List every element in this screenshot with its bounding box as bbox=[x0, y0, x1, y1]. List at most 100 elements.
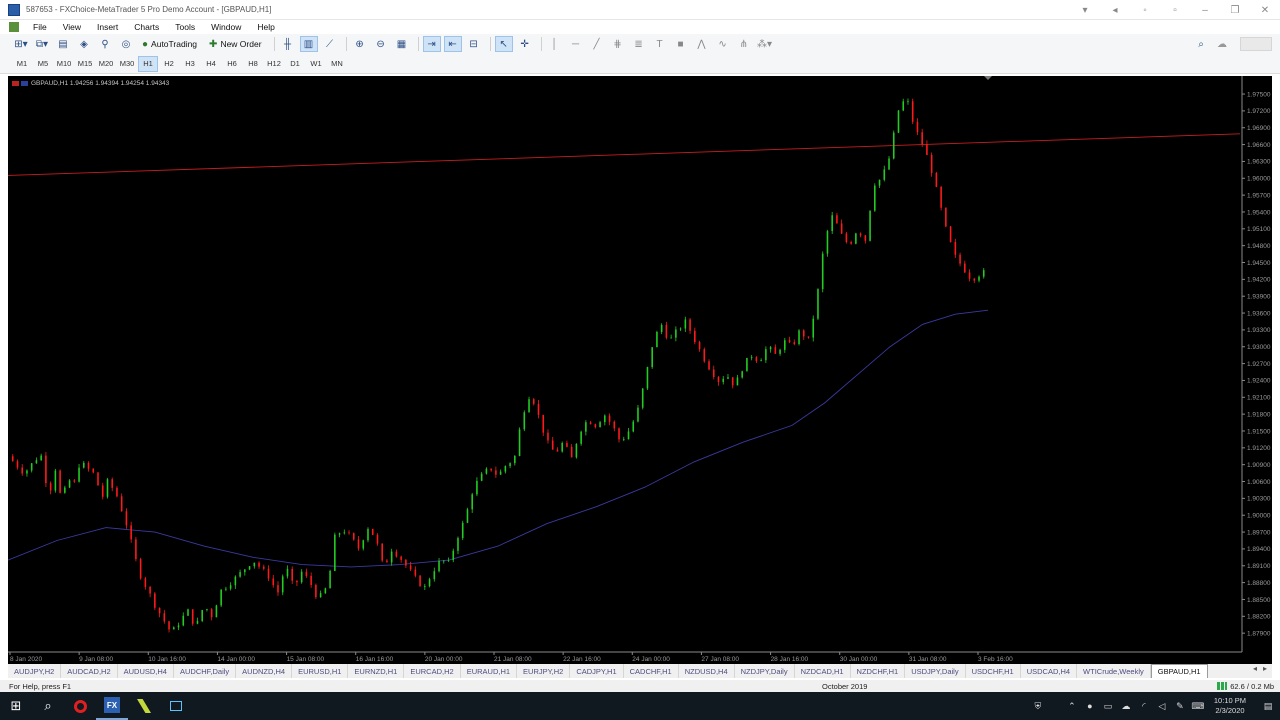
chart-tab[interactable]: EURJPY,H2 bbox=[517, 664, 571, 678]
timeframe-m20[interactable]: M20 bbox=[96, 56, 116, 72]
data-window-icon[interactable]: ⚲ bbox=[96, 36, 114, 52]
chart-tab[interactable]: EURCAD,H2 bbox=[404, 664, 461, 678]
timeframe-m10[interactable]: M10 bbox=[54, 56, 74, 72]
menu-help[interactable]: Help bbox=[249, 22, 282, 32]
timeframe-m30[interactable]: M30 bbox=[117, 56, 137, 72]
chart-tab[interactable]: USDJPY,Daily bbox=[905, 664, 966, 678]
tray-app-icon[interactable]: ● bbox=[1082, 701, 1098, 711]
trendline-icon[interactable]: ╱ bbox=[588, 36, 606, 52]
menu-charts[interactable]: Charts bbox=[126, 22, 167, 32]
tab-right-icon[interactable]: ▸ bbox=[1260, 664, 1270, 673]
chart-shift-icon[interactable]: ⇤ bbox=[443, 36, 462, 52]
chart-tab[interactable]: EURAUD,H1 bbox=[461, 664, 518, 678]
candlestick-icon[interactable]: ▥ bbox=[299, 36, 318, 52]
timeframe-h8[interactable]: H8 bbox=[243, 56, 263, 72]
taskbar-search-icon[interactable]: ⌕ bbox=[32, 692, 64, 720]
chart-tab[interactable]: WTICrude,Weekly bbox=[1077, 664, 1151, 678]
fxchoice-icon[interactable]: FX bbox=[96, 692, 128, 720]
indicators-icon[interactable]: ⊟ bbox=[465, 36, 483, 52]
chart-tab[interactable]: AUDNZD,H4 bbox=[236, 664, 293, 678]
cursor-icon[interactable]: ↖ bbox=[494, 36, 513, 52]
tab-left-icon[interactable]: ◂ bbox=[1250, 664, 1260, 673]
timeframe-h12[interactable]: H12 bbox=[264, 56, 284, 72]
security-icon[interactable]: ⛨ bbox=[1030, 701, 1046, 712]
document-icon[interactable] bbox=[9, 22, 19, 32]
close-button[interactable]: ✕ bbox=[1250, 0, 1280, 20]
elliott-icon[interactable]: ⋀ bbox=[693, 36, 711, 52]
chart-tab[interactable]: GBPAUD,H1 bbox=[1150, 664, 1208, 678]
timeframe-h4[interactable]: H4 bbox=[201, 56, 221, 72]
navigator-icon[interactable]: ◈ bbox=[75, 36, 93, 52]
new-order-button[interactable]: ✚ New Order bbox=[205, 36, 265, 52]
keyboard-icon[interactable]: ⌨ bbox=[1190, 701, 1206, 712]
chart-tab[interactable]: CADCHF,H1 bbox=[624, 664, 679, 678]
new-chart-icon[interactable]: ⊞▾ bbox=[12, 36, 30, 52]
fibo-icon[interactable]: ≣ bbox=[630, 36, 648, 52]
timeframe-mn[interactable]: MN bbox=[327, 56, 347, 72]
timeframe-d1[interactable]: D1 bbox=[285, 56, 305, 72]
price-chart[interactable]: 1.97500 1.97200 1.96900 1.96600 1.96300 1.960… bbox=[8, 76, 1272, 664]
autotrading-button[interactable]: ● AutoTrading bbox=[138, 36, 201, 52]
search-input[interactable] bbox=[1240, 37, 1272, 51]
menu-file[interactable]: File bbox=[25, 22, 55, 32]
menu-view[interactable]: View bbox=[55, 22, 89, 32]
timeframe-h2[interactable]: H2 bbox=[159, 56, 179, 72]
tray-cloud-icon[interactable]: ☁ bbox=[1118, 701, 1134, 712]
tile-windows-icon[interactable]: ▦ bbox=[393, 36, 411, 52]
ninja-icon[interactable] bbox=[128, 692, 160, 720]
chart-tab[interactable]: AUDCHF,Daily bbox=[174, 664, 237, 678]
menu-tools[interactable]: Tools bbox=[167, 22, 203, 32]
crosshair-icon[interactable]: ✛ bbox=[516, 36, 534, 52]
timeframe-h3[interactable]: H3 bbox=[180, 56, 200, 72]
notifications-icon[interactable]: ▤ bbox=[1256, 701, 1280, 712]
chart-tab[interactable]: NZDUSD,H4 bbox=[679, 664, 735, 678]
text-icon[interactable]: T bbox=[651, 36, 669, 52]
profiles-icon[interactable]: ⧉▾ bbox=[33, 36, 51, 52]
menu-window[interactable]: Window bbox=[203, 22, 249, 32]
opera-icon[interactable] bbox=[64, 692, 96, 720]
chart-tab[interactable]: NZDJPY,Daily bbox=[735, 664, 795, 678]
rectangle-icon[interactable]: ■ bbox=[672, 36, 690, 52]
menu-insert[interactable]: Insert bbox=[89, 22, 126, 32]
chart-tab[interactable]: NZDCAD,H1 bbox=[795, 664, 851, 678]
maximize-button[interactable]: ❐ bbox=[1220, 0, 1250, 20]
timeframe-h1[interactable]: H1 bbox=[138, 55, 158, 72]
chart-tab[interactable]: AUDCAD,H2 bbox=[61, 664, 118, 678]
clock[interactable]: 10:10 PM 2/3/2020 bbox=[1214, 696, 1246, 716]
chat-icon[interactable]: ☁ bbox=[1213, 36, 1231, 52]
signal-icon[interactable]: ◎ bbox=[117, 36, 135, 52]
timeframe-m1[interactable]: M1 bbox=[12, 56, 32, 72]
chart-restore-icon[interactable]: ◂ bbox=[1100, 0, 1130, 20]
horizontal-line-icon[interactable]: ─ bbox=[567, 36, 585, 52]
app-window-icon[interactable] bbox=[160, 692, 192, 720]
status-traffic[interactable]: 62.6 / 0.2 Mb bbox=[1217, 682, 1274, 691]
chart-close-icon[interactable]: ◦ bbox=[1130, 0, 1160, 20]
timeframe-h6[interactable]: H6 bbox=[222, 56, 242, 72]
minimize-button[interactable]: – bbox=[1190, 0, 1220, 20]
chart-tab[interactable]: EURUSD,H1 bbox=[292, 664, 349, 678]
wifi-icon[interactable]: ◜ bbox=[1136, 701, 1152, 712]
tray-expand-icon[interactable]: ⌃ bbox=[1064, 701, 1080, 712]
vertical-line-icon[interactable]: │ bbox=[546, 36, 564, 52]
tray-usb-icon[interactable]: ▭ bbox=[1100, 701, 1116, 712]
shapes-icon[interactable]: ⁂▾ bbox=[756, 36, 774, 52]
chart-tab[interactable]: AUDJPY,H2 bbox=[8, 664, 62, 678]
pen-icon[interactable]: ✎ bbox=[1172, 701, 1188, 712]
timeframe-m15[interactable]: M15 bbox=[75, 56, 95, 72]
chart-tab[interactable]: USDCHF,H1 bbox=[966, 664, 1021, 678]
timeframe-m5[interactable]: M5 bbox=[33, 56, 53, 72]
chart-tab[interactable]: CADJPY,H1 bbox=[570, 664, 624, 678]
chart-canvas[interactable]: 1.97500 1.97200 1.96900 1.96600 1.96300 1.960… bbox=[8, 76, 1272, 664]
line-chart-icon[interactable]: ⟋ bbox=[321, 36, 339, 52]
autoscroll-icon[interactable]: ⇥ bbox=[422, 36, 441, 52]
zoom-in-icon[interactable]: ⊕ bbox=[351, 36, 369, 52]
pitchfork-icon[interactable]: ⋔ bbox=[735, 36, 753, 52]
chart-minimize-icon[interactable]: ▾ bbox=[1070, 0, 1100, 20]
start-icon[interactable]: ⊞ bbox=[0, 692, 32, 720]
channel-icon[interactable]: ⋕ bbox=[609, 36, 627, 52]
market-watch-icon[interactable]: ▤ bbox=[54, 36, 72, 52]
chart-window-icon[interactable]: ▫ bbox=[1160, 0, 1190, 20]
search-icon[interactable]: ⌕ bbox=[1192, 36, 1210, 52]
zoom-out-icon[interactable]: ⊖ bbox=[372, 36, 390, 52]
wave-icon[interactable]: ∿ bbox=[714, 36, 732, 52]
